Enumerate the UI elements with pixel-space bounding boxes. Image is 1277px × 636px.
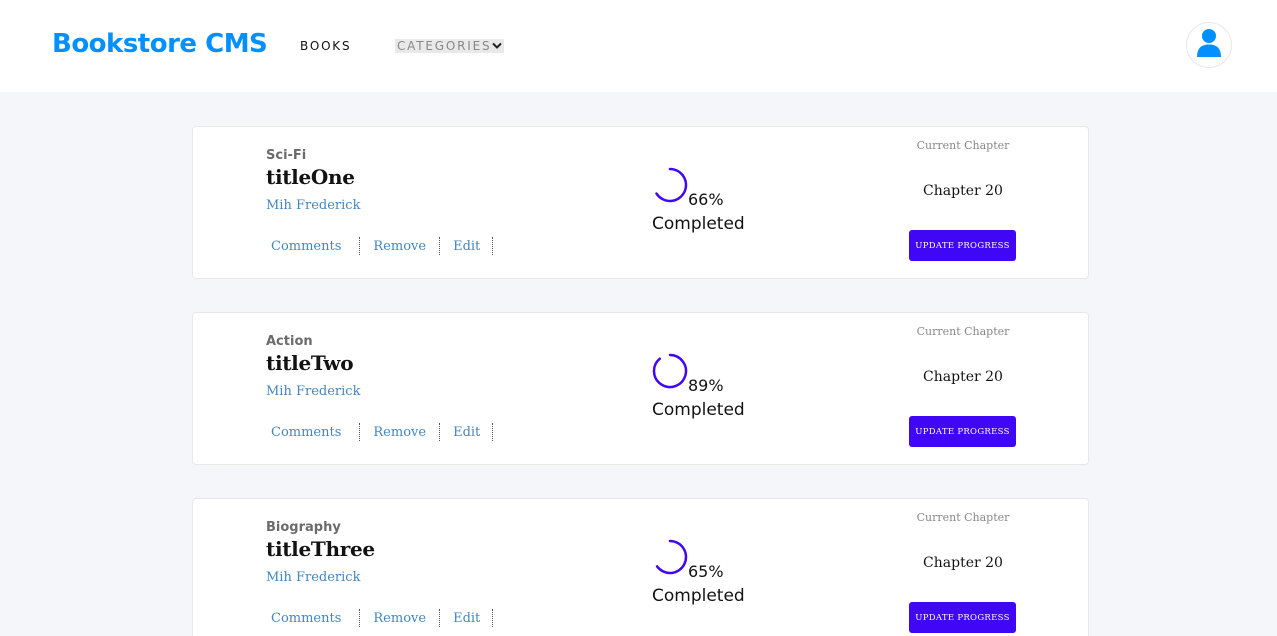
book-actions: Comments Remove Edit	[271, 423, 494, 441]
chevron-down-icon	[492, 42, 503, 50]
book-card: Biography titleThree Mih Frederick Comme…	[192, 498, 1089, 636]
book-category: Sci-Fi	[266, 148, 307, 163]
progress-ring	[655, 539, 688, 575]
update-progress-button[interactable]: UPDATE PROGRESS	[909, 416, 1016, 447]
progress-arc	[655, 167, 688, 203]
book-category: Action	[266, 334, 313, 349]
update-progress-button[interactable]: UPDATE PROGRESS	[909, 602, 1016, 633]
book-card: Action titleTwo Mih Frederick Comments R…	[192, 312, 1089, 465]
divider	[439, 609, 441, 627]
divider	[492, 609, 494, 627]
divider	[492, 423, 494, 441]
nav-categories-label: CATEGORIES	[397, 39, 492, 53]
book-author: Mih Frederick	[266, 198, 361, 213]
progress-completed-label: Completed	[652, 586, 745, 606]
divider	[359, 423, 361, 441]
progress-ring	[655, 167, 688, 203]
book-author: Mih Frederick	[266, 384, 361, 399]
book-title: titleTwo	[266, 351, 354, 375]
book-author: Mih Frederick	[266, 570, 361, 585]
remove-button[interactable]: Remove	[373, 425, 426, 440]
progress-completed-label: Completed	[652, 400, 745, 420]
edit-button[interactable]: Edit	[453, 239, 480, 254]
progress-arc	[655, 539, 688, 575]
divider	[359, 609, 361, 627]
app-logo[interactable]: Bookstore CMS	[52, 29, 268, 59]
comments-button[interactable]: Comments	[271, 611, 341, 626]
progress-percent: 65%	[688, 562, 724, 581]
edit-button[interactable]: Edit	[453, 611, 480, 626]
progress-indicator: 89% Completed	[652, 353, 772, 423]
divider	[359, 237, 361, 255]
book-title: titleOne	[266, 165, 355, 189]
nav-books-link[interactable]: BOOKS	[300, 39, 351, 53]
book-title: titleThree	[266, 537, 375, 561]
current-chapter-value: Chapter 20	[923, 183, 1003, 199]
remove-button[interactable]: Remove	[373, 611, 426, 626]
current-chapter-label: Current Chapter	[916, 139, 1010, 152]
divider	[492, 237, 494, 255]
progress-percent: 89%	[688, 376, 724, 395]
book-category: Biography	[266, 520, 341, 535]
progress-arc	[652, 353, 688, 389]
current-chapter-label: Current Chapter	[916, 511, 1010, 524]
comments-button[interactable]: Comments	[271, 425, 341, 440]
comments-button[interactable]: Comments	[271, 239, 341, 254]
nav-categories-select[interactable]: CATEGORIES	[395, 39, 505, 53]
user-icon	[1196, 28, 1222, 63]
divider	[439, 237, 441, 255]
divider	[439, 423, 441, 441]
book-actions: Comments Remove Edit	[271, 237, 494, 255]
current-chapter-value: Chapter 20	[923, 369, 1003, 385]
book-card: Sci-Fi titleOne Mih Frederick Comments R…	[192, 126, 1089, 279]
current-chapter-label: Current Chapter	[916, 325, 1010, 338]
progress-completed-label: Completed	[652, 214, 745, 234]
header: Bookstore CMS BOOKS CATEGORIES	[0, 0, 1277, 92]
progress-indicator: 65% Completed	[652, 539, 772, 609]
remove-button[interactable]: Remove	[373, 239, 426, 254]
edit-button[interactable]: Edit	[453, 425, 480, 440]
progress-indicator: 66% Completed	[652, 167, 772, 237]
progress-percent: 66%	[688, 190, 724, 209]
progress-ring	[652, 353, 688, 389]
user-avatar-button[interactable]	[1186, 22, 1232, 68]
book-actions: Comments Remove Edit	[271, 609, 494, 627]
current-chapter-value: Chapter 20	[923, 555, 1003, 571]
update-progress-button[interactable]: UPDATE PROGRESS	[909, 230, 1016, 261]
